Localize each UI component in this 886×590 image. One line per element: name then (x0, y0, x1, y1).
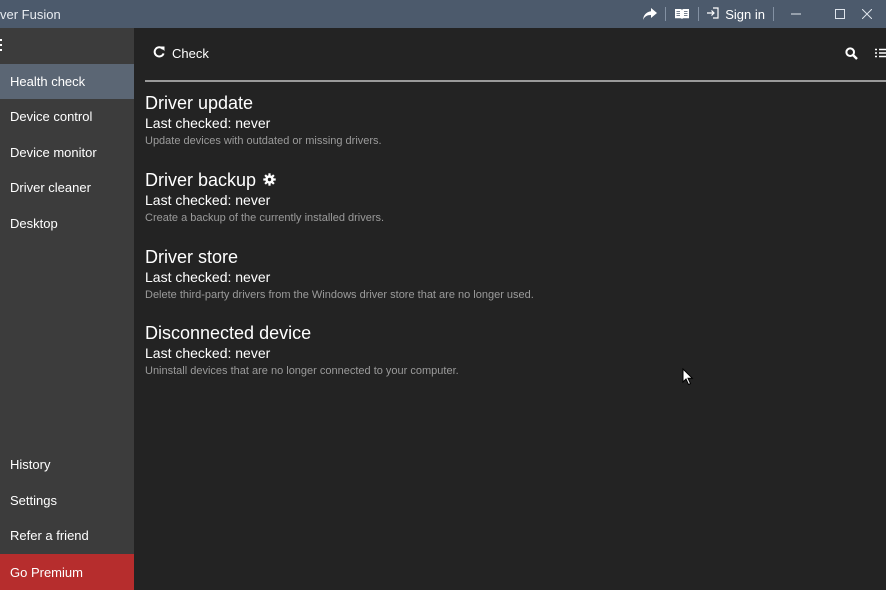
check-item-driver-backup[interactable]: Driver backup Last checked: never Create… (145, 169, 845, 227)
go-premium-button[interactable]: Go Premium (0, 554, 134, 590)
go-premium-label: Go Premium (10, 564, 83, 580)
last-checked: Last checked: never (145, 269, 271, 285)
separator (665, 7, 667, 21)
sidebar-item-history[interactable]: History (0, 447, 134, 482)
sidebar-item-label: Refer a friend (10, 528, 89, 543)
gear-icon[interactable] (263, 169, 276, 191)
sidebar-item-label: Desktop (10, 216, 58, 231)
check-item-title: Driver update (145, 93, 254, 113)
last-checked: Last checked: never (145, 192, 271, 208)
sidebar-item-settings[interactable]: Settings (0, 483, 134, 518)
sign-in-label: Sign in (725, 6, 765, 22)
sidebar: Health check Device control Device monit… (0, 28, 134, 590)
check-button[interactable]: Check (153, 46, 209, 61)
check-item-description: Uninstall devices that are no longer con… (145, 365, 459, 377)
sidebar-item-device-control[interactable]: Device control (0, 99, 134, 134)
sidebar-item-refer-a-friend[interactable]: Refer a friend (0, 518, 134, 553)
search-icon[interactable] (845, 47, 858, 65)
toolbar: Check (134, 28, 886, 80)
title-bar: ver Fusion Sign in (0, 0, 886, 28)
share-icon[interactable] (643, 0, 658, 28)
sign-in-button[interactable]: Sign in (707, 7, 765, 22)
separator (698, 7, 700, 21)
check-item-disconnected-device[interactable]: Disconnected device Last checked: never … (145, 322, 845, 380)
close-button[interactable] (862, 0, 886, 28)
check-label: Check (172, 46, 209, 61)
main-content: Check Driver update Last checked: never … (134, 28, 886, 590)
sidebar-item-label: Device monitor (10, 145, 97, 160)
menu-icon[interactable] (0, 39, 2, 51)
sidebar-item-label: Device control (10, 109, 93, 124)
sidebar-item-desktop[interactable]: Desktop (0, 206, 134, 241)
title-bar-controls: Sign in (643, 0, 886, 28)
sidebar-item-label: History (10, 457, 51, 472)
app-title: ver Fusion (0, 7, 61, 22)
mouse-cursor-icon (682, 367, 694, 391)
last-checked: Last checked: never (145, 115, 271, 131)
check-item-title: Disconnected device (145, 323, 312, 343)
maximize-button[interactable] (818, 0, 862, 28)
toolbar-divider (145, 80, 886, 82)
last-checked: Last checked: never (145, 345, 271, 361)
sidebar-item-label: Settings (10, 493, 57, 508)
refresh-icon (153, 46, 165, 61)
minimize-button[interactable] (774, 0, 818, 28)
sidebar-item-device-monitor[interactable]: Device monitor (0, 135, 134, 170)
check-item-driver-store[interactable]: Driver store Last checked: never Delete … (145, 246, 845, 304)
sidebar-item-label: Health check (10, 74, 86, 89)
check-item-title: Driver store (145, 247, 239, 267)
sidebar-item-label: Driver cleaner (10, 180, 91, 195)
sidebar-item-health-check[interactable]: Health check (0, 64, 134, 99)
check-item-description: Delete third-party drivers from the Wind… (145, 289, 534, 301)
check-item-driver-update[interactable]: Driver update Last checked: never Update… (145, 92, 845, 150)
book-icon[interactable] (674, 0, 690, 28)
sidebar-item-driver-cleaner[interactable]: Driver cleaner (0, 170, 134, 205)
check-item-description: Update devices with outdated or missing … (145, 135, 382, 147)
check-item-description: Create a backup of the currently install… (145, 212, 385, 224)
list-view-icon[interactable] (875, 47, 886, 65)
sign-in-icon (707, 6, 719, 22)
check-item-title: Driver backup (145, 170, 257, 190)
